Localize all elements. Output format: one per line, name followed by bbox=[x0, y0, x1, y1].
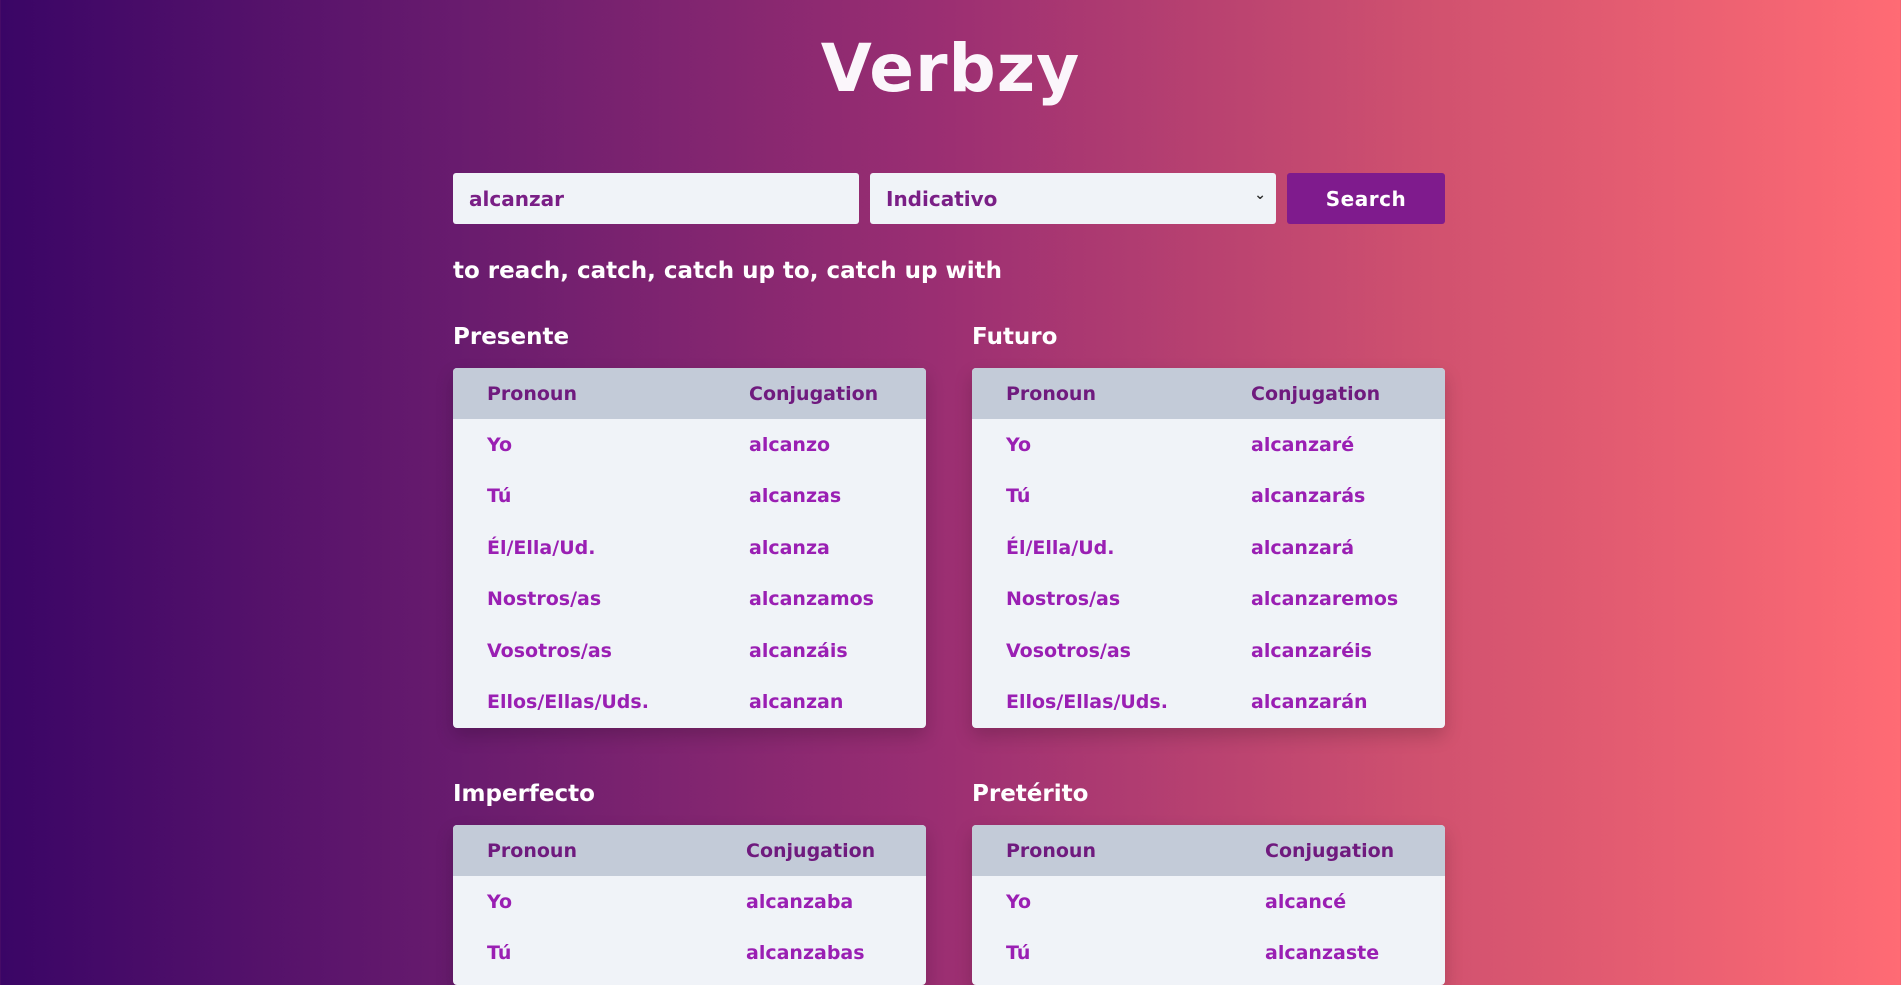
table-row: Nostros/as alcanzaremos bbox=[972, 574, 1445, 626]
mood-select[interactable]: Indicativo ⌄ bbox=[870, 173, 1276, 224]
conjugation-cell: alcanzaréis bbox=[1251, 639, 1372, 662]
conjugation-cell: alcanzáis bbox=[749, 639, 848, 662]
pronoun-cell: Vosotros/as bbox=[487, 639, 612, 662]
table-header: Pronoun Conjugation bbox=[972, 825, 1445, 876]
table-row: Tú alcanzabas bbox=[453, 928, 926, 980]
conjugation-cell: alcanzaba bbox=[746, 890, 854, 913]
table-row: Nostros/as alcanzamos bbox=[453, 574, 926, 626]
tense-title-futuro: Futuro bbox=[972, 324, 1058, 350]
conjugation-cell: alcanza bbox=[749, 536, 830, 559]
conjugation-cell: alcancé bbox=[1265, 890, 1347, 913]
table-row: Yo alcancé bbox=[972, 876, 1445, 928]
pronoun-cell: Vosotros/as bbox=[1006, 639, 1131, 662]
conjugation-cell: alcanzan bbox=[749, 691, 844, 714]
table-row: Yo alcanzaba bbox=[453, 876, 926, 928]
pronoun-cell: Yo bbox=[487, 890, 513, 913]
pronoun-cell: Ellos/Ellas/Uds. bbox=[1006, 691, 1168, 714]
pronoun-cell: Tú bbox=[487, 942, 512, 965]
verb-input[interactable] bbox=[453, 173, 859, 224]
verb-translation: to reach, catch, catch up to, catch up w… bbox=[453, 258, 1002, 284]
mood-select-value: Indicativo bbox=[886, 186, 998, 211]
search-bar: Indicativo ⌄ Search bbox=[453, 173, 1445, 224]
table-row: Yo alcanzaré bbox=[972, 419, 1445, 471]
table-row: Ellos/Ellas/Uds. alcanzan bbox=[453, 677, 926, 729]
table-row: Vosotros/as alcanzáis bbox=[453, 625, 926, 677]
conjugation-cell: alcanzarán bbox=[1251, 691, 1368, 714]
pronoun-cell: Él/Ella/Ud. bbox=[487, 536, 596, 559]
conjugation-table-imperfecto: Pronoun Conjugation Yo alcanzaba Tú alca… bbox=[453, 825, 926, 985]
table-row: Él/Ella/Ud. alcanza bbox=[453, 522, 926, 574]
table-row: Tú alcanzaste bbox=[972, 928, 1445, 980]
tense-title-presente: Presente bbox=[453, 324, 570, 350]
conjugation-cell: alcanzarás bbox=[1251, 485, 1366, 508]
table-row: Vosotros/as alcanzaréis bbox=[972, 625, 1445, 677]
pronoun-cell: Nostros/as bbox=[487, 588, 602, 611]
chevron-down-icon: ⌄ bbox=[1254, 187, 1266, 203]
header-conjugation: Conjugation bbox=[1265, 839, 1395, 862]
conjugation-table-preterito: Pronoun Conjugation Yo alcancé Tú alcanz… bbox=[972, 825, 1445, 985]
table-header: Pronoun Conjugation bbox=[972, 368, 1445, 419]
conjugation-cell: alcanzaste bbox=[1265, 942, 1380, 965]
app-logo: Verbzy bbox=[820, 30, 1081, 107]
conjugation-cell: alcanzaré bbox=[1251, 433, 1355, 456]
pronoun-cell: Nostros/as bbox=[1006, 588, 1121, 611]
table-row: Tú alcanzarás bbox=[972, 471, 1445, 523]
tense-title-imperfecto: Imperfecto bbox=[453, 781, 595, 807]
conjugation-cell: alcanzas bbox=[749, 485, 842, 508]
conjugation-cell: alcanzaremos bbox=[1251, 588, 1399, 611]
pronoun-cell: Yo bbox=[487, 433, 513, 456]
header-conjugation: Conjugation bbox=[749, 382, 879, 405]
header-conjugation: Conjugation bbox=[746, 839, 876, 862]
pronoun-cell: Tú bbox=[1006, 942, 1031, 965]
conjugation-cell: alcanzará bbox=[1251, 536, 1355, 559]
table-row: Él/Ella/Ud. alcanzará bbox=[972, 522, 1445, 574]
conjugation-cell: alcanzamos bbox=[749, 588, 874, 611]
table-row: Ellos/Ellas/Uds. alcanzarán bbox=[972, 677, 1445, 729]
search-button[interactable]: Search bbox=[1287, 173, 1445, 224]
conjugation-cell: alcanzabas bbox=[746, 942, 865, 965]
pronoun-cell: Tú bbox=[487, 485, 512, 508]
table-row: Tú alcanzas bbox=[453, 471, 926, 523]
conjugation-cell: alcanzo bbox=[749, 433, 831, 456]
conjugation-table-futuro: Pronoun Conjugation Yo alcanzaré Tú alca… bbox=[972, 368, 1445, 728]
tense-title-preterito: Pretérito bbox=[972, 781, 1089, 807]
pronoun-cell: Yo bbox=[1006, 433, 1032, 456]
pronoun-cell: Yo bbox=[1006, 890, 1032, 913]
table-header: Pronoun Conjugation bbox=[453, 825, 926, 876]
table-row: Yo alcanzo bbox=[453, 419, 926, 471]
conjugation-table-presente: Pronoun Conjugation Yo alcanzo Tú alcanz… bbox=[453, 368, 926, 728]
header-pronoun: Pronoun bbox=[487, 382, 577, 405]
header-pronoun: Pronoun bbox=[487, 839, 577, 862]
header-conjugation: Conjugation bbox=[1251, 382, 1381, 405]
header-pronoun: Pronoun bbox=[1006, 839, 1096, 862]
header-pronoun: Pronoun bbox=[1006, 382, 1096, 405]
pronoun-cell: Ellos/Ellas/Uds. bbox=[487, 691, 649, 714]
table-header: Pronoun Conjugation bbox=[453, 368, 926, 419]
pronoun-cell: Tú bbox=[1006, 485, 1031, 508]
pronoun-cell: Él/Ella/Ud. bbox=[1006, 536, 1115, 559]
